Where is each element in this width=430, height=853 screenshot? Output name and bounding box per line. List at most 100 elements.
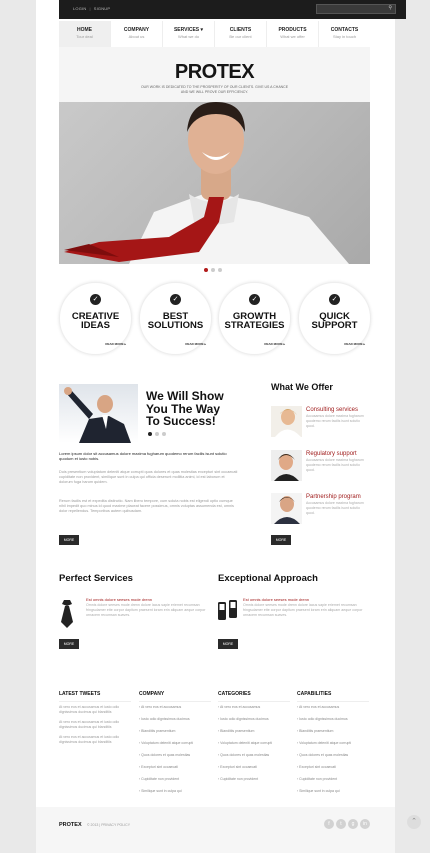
feature-title: BEST SOLUTIONS	[147, 311, 204, 331]
check-icon: ✓	[249, 294, 260, 305]
approach-desc: Omnis dolore seeses mode drenn dolore la…	[243, 603, 363, 617]
slider-dot-1[interactable]	[204, 268, 208, 272]
tie-icon	[61, 600, 73, 628]
approach-heading: Exceptional Approach	[218, 573, 318, 584]
footer-link[interactable]: › Cupiditate non provident	[218, 777, 290, 789]
offer-title[interactable]: Regulatory support	[306, 451, 357, 457]
nav-company[interactable]: COMPANY About us	[111, 21, 163, 47]
hero-slider-image	[59, 102, 370, 264]
read-more-link[interactable]: READ MORE ▸	[105, 342, 126, 346]
signup-link[interactable]: SIGNUP	[94, 6, 111, 11]
tweet: At vero eos et accusamus et iusto odio d…	[59, 705, 120, 714]
nav-label: SERVICES ▾	[173, 27, 204, 33]
perfect-services-more-button[interactable]: MORE	[59, 639, 79, 649]
search-icon[interactable]: ⚲	[388, 5, 392, 11]
nav-products[interactable]: PRODUCTS What we offer	[267, 21, 319, 47]
feature-best-solutions: ✓ BEST SOLUTIONS READ MORE ▸	[139, 282, 212, 355]
footer-link[interactable]: › Iusto odio dignissimos ducimus	[139, 717, 211, 729]
footer-link[interactable]: › Blanditiis praesentium	[297, 729, 369, 741]
footer-link[interactable]: › Quos dolores et quas molestias	[218, 753, 290, 765]
feature-quick-support: ✓ QUICK SUPPORT READ MORE ▸	[298, 282, 371, 355]
copyright-text[interactable]: © 2013 | PRIVACY POLICY	[87, 823, 130, 827]
intro-dot-1[interactable]	[148, 432, 152, 436]
approach-more-button[interactable]: MORE	[218, 639, 238, 649]
footer-link[interactable]: › Cupiditate non provident	[139, 777, 211, 789]
footer-categories: CATEGORIES › At vero eos et accusamus › …	[218, 691, 290, 789]
tagline-line-2: AND WE WILL PROVE OUR EFFICIENCY.	[180, 90, 249, 94]
footer-link[interactable]: › Excepturi sint occaecati	[139, 765, 211, 777]
nav-sublabel: Be our client	[229, 34, 252, 39]
facebook-icon[interactable]: f	[324, 819, 334, 829]
feature-title: GROWTH STRATEGIES	[224, 311, 285, 331]
google-plus-icon[interactable]: g	[348, 819, 358, 829]
offer-title[interactable]: Consulting services	[306, 407, 358, 413]
check-icon: ✓	[329, 294, 340, 305]
nav-clients[interactable]: CLIENTS Be our client	[215, 21, 267, 47]
footer-link[interactable]: › Voluptatum deleniti atque corrupti	[139, 741, 211, 753]
nav-sublabel: Tour deal	[76, 34, 93, 39]
site-logo[interactable]: PROTEX	[59, 61, 370, 84]
intro-dot-3[interactable]	[162, 432, 166, 436]
check-icon: ✓	[90, 294, 101, 305]
intro-dot-2[interactable]	[155, 432, 159, 436]
offer-item-partnership: Partnership program Accusamus dolore max…	[271, 493, 371, 529]
businessman-photo	[64, 102, 349, 264]
nav-label: HOME	[77, 27, 92, 33]
feature-creative-ideas: ✓ CREATIVE IDEAS READ MORE ▸	[59, 282, 132, 355]
hero-header: PROTEX OUR WORK IS DEDICATED TO THE PROS…	[59, 47, 370, 102]
read-more-link[interactable]: READ MORE ▸	[264, 342, 285, 346]
read-more-link[interactable]: READ MORE ▸	[344, 342, 365, 346]
footer-link[interactable]: › At vero eos et accusamus	[297, 705, 369, 717]
phones-icon	[218, 600, 237, 620]
read-more-link[interactable]: READ MORE ▸	[185, 342, 206, 346]
intro-more-button[interactable]: MORE	[59, 535, 79, 545]
tweet: At vero eos et accusamus et iusto odio d…	[59, 720, 120, 729]
back-to-top-icon[interactable]: ⌃	[407, 815, 421, 829]
offer-item-regulatory: Regulatory support Accusamus dolore maxi…	[271, 450, 371, 486]
regulatory-photo	[271, 450, 302, 481]
linkedin-icon[interactable]: in	[360, 819, 370, 829]
footer-link[interactable]: › Blanditiis praesentium	[139, 729, 211, 741]
footer-link[interactable]: › Voluptatum deleniti atque corrupti	[297, 741, 369, 753]
intro-pagination	[148, 432, 166, 436]
nav-sublabel: Stay in touch	[332, 34, 357, 39]
success-heading: We Will Show You The Way To Success!	[146, 389, 224, 428]
offer-title[interactable]: Partnership program	[306, 494, 361, 500]
footer-link[interactable]: › Similique sunt in culpa qui	[139, 789, 211, 801]
footer-link[interactable]: › Quos dolores et quas molestias	[139, 753, 211, 765]
footer-link[interactable]: › Cupiditate non provident	[297, 777, 369, 789]
feature-title: QUICK SUPPORT	[311, 311, 358, 331]
intro-lead: Lorem ipsum dolor sit accusamus dolore m…	[59, 451, 227, 461]
main-nav: HOME Tour deal COMPANY About us SERVICES ▾…	[59, 21, 370, 47]
footer-link[interactable]: › Excepturi sint occaecati	[297, 765, 369, 777]
footer-link[interactable]: › Excepturi sint occaecati	[218, 765, 290, 777]
twitter-icon[interactable]: t	[336, 819, 346, 829]
footer-link[interactable]: › Iusto odio dignissimos ducimus	[218, 717, 290, 729]
footer-heading: CAPABILITIES	[297, 691, 369, 702]
footer-logo[interactable]: PROTEX	[59, 822, 82, 828]
nav-label: COMPANY	[123, 27, 150, 33]
footer-link[interactable]: › Similique sunt in culpa qui	[297, 789, 369, 801]
login-link[interactable]: LOGIN	[73, 6, 86, 11]
nav-contacts[interactable]: CONTACTS Stay in touch	[319, 21, 370, 47]
nav-home[interactable]: HOME Tour deal	[59, 21, 111, 47]
consulting-photo	[271, 406, 302, 437]
footer-link[interactable]: › Voluptatum deleniti atque corrupti	[218, 741, 290, 753]
slider-dot-3[interactable]	[218, 268, 222, 272]
approach-subtitle[interactable]: Est omnis dolore seeses mode drenn	[243, 597, 309, 602]
perfect-services-subtitle[interactable]: Est omnis dolore seeses mode drenn	[86, 597, 152, 602]
offer-more-button[interactable]: MORE	[271, 535, 291, 545]
search-input[interactable]: ⚲	[316, 4, 396, 14]
footer-link[interactable]: › Quos dolores et quas molestias	[297, 753, 369, 765]
offer-item-consulting: Consulting services Accusamus dolore max…	[271, 406, 371, 442]
nav-label: CLIENTS	[229, 27, 252, 33]
footer-link[interactable]: › At vero eos et accusamus	[218, 705, 290, 717]
slider-dot-2[interactable]	[211, 268, 215, 272]
nav-label: PRODUCTS	[278, 27, 307, 33]
features-row: ✓ CREATIVE IDEAS READ MORE ▸ ✓ BEST SOLUTI…	[59, 282, 371, 355]
footer-link[interactable]: › Blanditiis praesentium	[218, 729, 290, 741]
footer-link[interactable]: › Iusto odio dignissimos ducimus	[297, 717, 369, 729]
nav-services[interactable]: SERVICES ▾ What we do	[163, 21, 215, 47]
nav-label: CONTACTS	[330, 27, 359, 33]
footer-link[interactable]: › At vero eos et accusamus	[139, 705, 211, 717]
